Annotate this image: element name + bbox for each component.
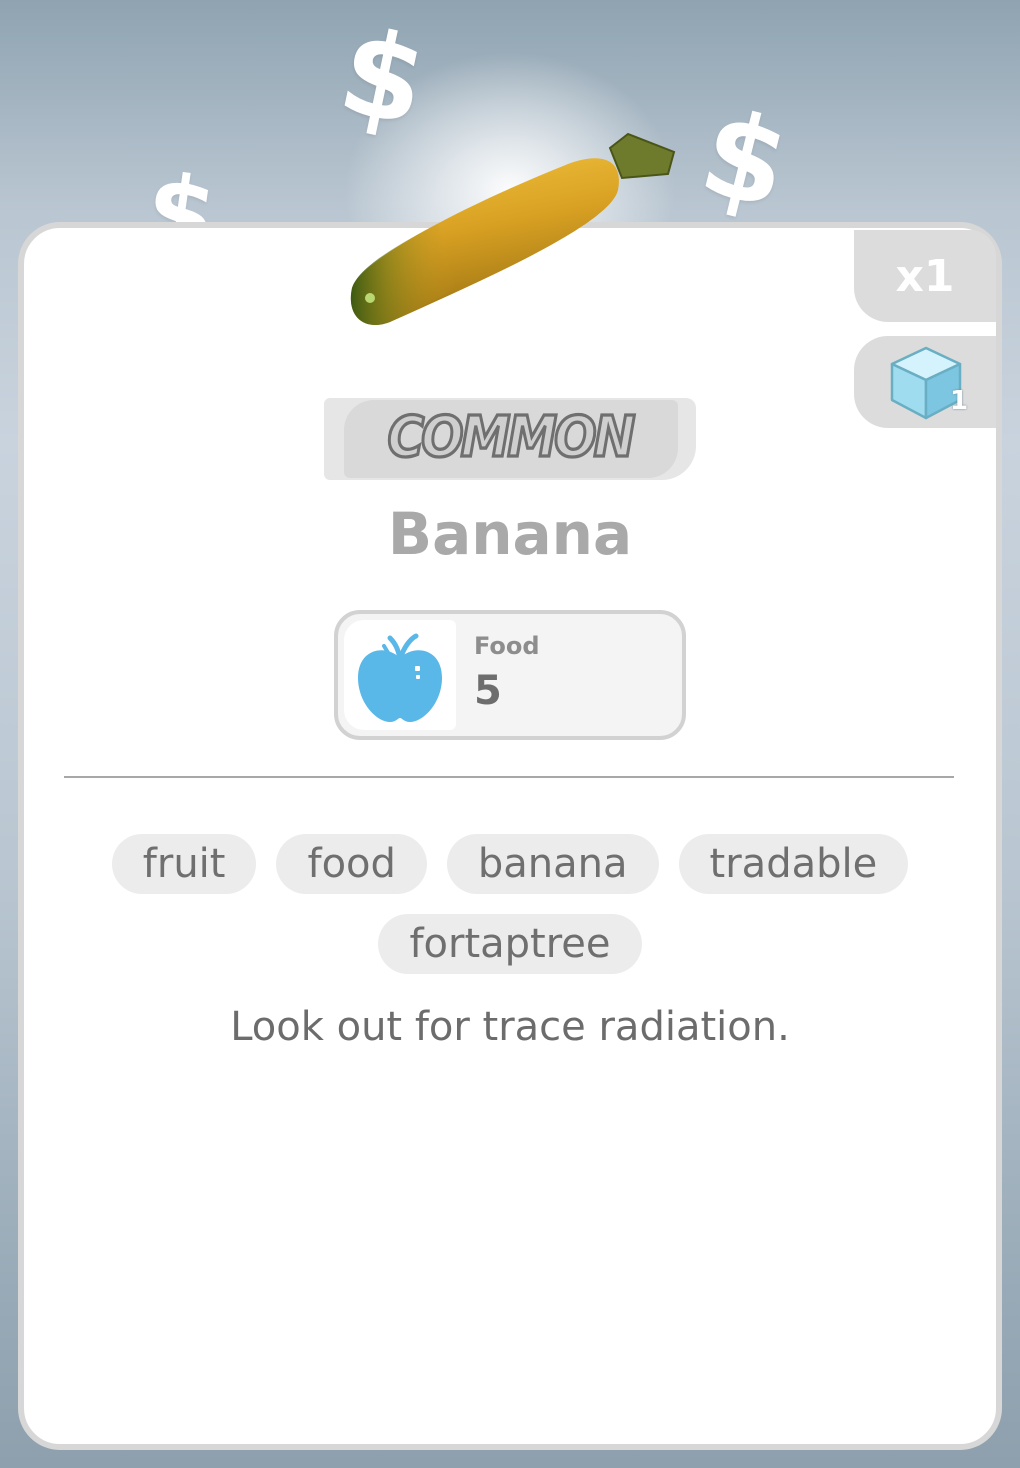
cube-badge[interactable]: 1 — [854, 336, 996, 428]
cube-count: 1 — [950, 386, 969, 416]
tag-chip: fortaptree — [378, 914, 642, 974]
stat-icon-wrap — [344, 620, 456, 730]
stat-value: 5 — [474, 668, 502, 714]
quantity-label: x1 — [895, 250, 955, 302]
tag-chip: tradable — [678, 834, 909, 894]
tag-chip: banana — [446, 834, 659, 894]
stat-label: Food — [474, 632, 540, 660]
apple-icon — [358, 633, 442, 722]
divider — [64, 776, 954, 778]
quantity-badge: x1 — [854, 230, 996, 322]
banana-icon — [350, 132, 676, 325]
rarity-badge: COMMON — [324, 398, 696, 480]
item-description: Look out for trace radiation. — [230, 1004, 790, 1050]
item-name: Banana — [387, 500, 633, 568]
rarity-label: COMMON — [386, 403, 637, 471]
tag-chip: fruit — [111, 834, 257, 894]
tag-list: fruit food banana tradable fortaptree — [60, 834, 960, 974]
dollar-sign-icon: $ — [688, 82, 802, 236]
food-stat: Food 5 — [334, 610, 686, 740]
tag-chip: food — [276, 834, 427, 894]
